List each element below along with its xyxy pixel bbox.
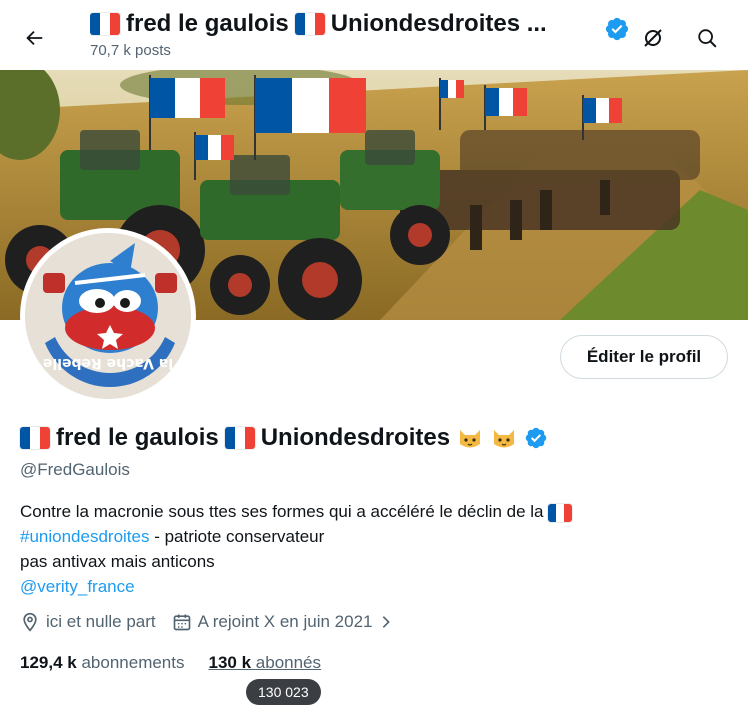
following-label: abonnements xyxy=(81,653,185,672)
french-flag-icon xyxy=(548,503,573,522)
location-icon xyxy=(23,612,37,632)
header-title-suffix: Uniondesdroites ... xyxy=(330,10,547,37)
avatar-logo-lettering: la Vache Rebelle xyxy=(43,355,173,371)
chevron-right-icon xyxy=(383,616,391,628)
location-item: ici et nulle part xyxy=(20,612,156,632)
bio-line-2: #uniondesdroites - patriote conservateur xyxy=(20,524,720,549)
french-flag-icon xyxy=(294,13,325,35)
display-name-part1: fred le gaulois xyxy=(56,424,219,451)
followers-tooltip: 130 023 xyxy=(246,679,321,705)
back-button[interactable] xyxy=(14,18,54,58)
following-count: 129,4 k xyxy=(20,653,77,672)
profile-display-name: fred le gaulois Uniondesdroites xyxy=(20,424,548,452)
calendar-icon xyxy=(173,614,190,631)
cat-emoji-icon xyxy=(460,430,481,448)
bio-hashtag-link[interactable]: #uniondesdroites xyxy=(20,527,149,546)
french-flag-icon xyxy=(224,427,255,449)
verified-badge-icon[interactable] xyxy=(524,426,548,450)
cat-emoji-icon xyxy=(494,430,515,448)
following-link[interactable]: 129,4 k abonnements xyxy=(20,653,185,673)
profile-avatar[interactable]: la Vache Rebelle xyxy=(20,228,196,404)
avatar-image: la Vache Rebelle xyxy=(25,233,191,399)
header-title: fred le gaulois Uniondesdroites ... xyxy=(90,10,600,38)
followers-label: abonnés xyxy=(255,653,322,672)
edit-profile-button[interactable]: Éditer le profil xyxy=(560,335,728,379)
followers-count: 130 k xyxy=(208,653,252,672)
join-date-text: A rejoint X en juin 2021 xyxy=(197,612,373,631)
header-title-name: fred le gaulois xyxy=(126,10,289,37)
bio-text: Contre la macronie sous ttes ses formes … xyxy=(20,502,544,521)
profile-stats: 129,4 k abonnements 130 k abonnés xyxy=(20,653,321,673)
bio-text: - patriote conservateur xyxy=(149,527,325,546)
bio-line-1: Contre la macronie sous ttes ses formes … xyxy=(20,499,720,524)
rebel-cow-logo-icon: la Vache Rebelle xyxy=(25,233,191,399)
join-date-item[interactable]: A rejoint X en juin 2021 xyxy=(172,612,395,632)
location-text: ici et nulle part xyxy=(46,612,156,631)
profile-meta: ici et nulle part A rejoint X en juin 20… xyxy=(20,612,410,632)
profile-bio: Contre la macronie sous ttes ses formes … xyxy=(20,499,720,599)
profile-header: fred le gaulois Uniondesdroites ... 70,7… xyxy=(0,0,748,70)
bio-mention-link[interactable]: @verity_france xyxy=(20,577,135,596)
grok-button[interactable] xyxy=(633,18,673,58)
display-name-part2: Uniondesdroites xyxy=(260,424,451,451)
french-flag-icon xyxy=(90,13,120,35)
header-title-block: fred le gaulois Uniondesdroites ... 70,7… xyxy=(90,10,600,59)
followers-link[interactable]: 130 k abonnés xyxy=(209,653,322,673)
back-arrow-icon xyxy=(26,30,43,46)
bio-line-3: pas antivax mais anticons xyxy=(20,552,215,571)
search-icon xyxy=(698,29,717,48)
grok-icon xyxy=(644,29,662,47)
french-flag-icon xyxy=(20,427,50,449)
verified-badge-icon xyxy=(605,17,629,41)
post-count: 70,7 k posts xyxy=(90,42,171,59)
search-button[interactable] xyxy=(687,18,727,58)
profile-handle: @FredGaulois xyxy=(20,460,130,479)
